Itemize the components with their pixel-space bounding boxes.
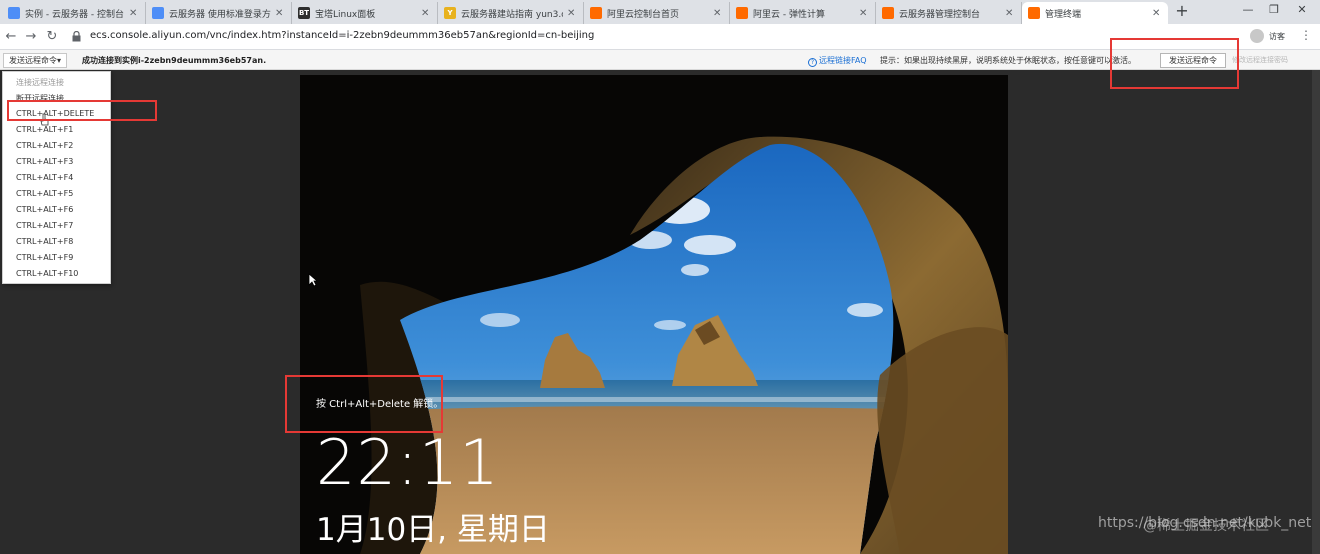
address-bar[interactable]: ecs.console.aliyun.com/vnc/index.htm?ins… [90, 30, 594, 41]
watermark-overlay: @稀土掘金技术社区 [1143, 518, 1269, 534]
menu-item-ctrl-alt-f2[interactable]: CTRL+ALT+F2 [16, 141, 73, 150]
maximize-button[interactable]: ❐ [1264, 3, 1284, 19]
aliyun-orange-icon [1028, 7, 1040, 19]
tab-bt-panel[interactable]: BT 宝塔Linux面板 ✕ [292, 2, 438, 24]
faq-label: 远程链接FAQ [819, 56, 867, 65]
screen: 实例 - 云服务器 - 控制台 ✕ 云服务器 使用标准登录方式 ✕ BT 宝塔L… [0, 0, 1320, 554]
tab-yun3[interactable]: Y 云服务器建站指南 yun3.cc ✕ [438, 2, 584, 24]
reload-icon[interactable]: ↻ [45, 29, 59, 45]
tab-elastic-compute[interactable]: 阿里云 - 弹性计算 ✕ [730, 2, 876, 24]
aliyun-icon [8, 7, 20, 19]
close-icon[interactable]: ✕ [275, 8, 285, 19]
menu-item-ctrl-alt-f6[interactable]: CTRL+ALT+F6 [16, 205, 73, 214]
avatar[interactable] [1250, 29, 1264, 43]
close-icon[interactable]: ✕ [129, 8, 139, 19]
faq-link[interactable]: ? 远程链接FAQ [808, 55, 867, 67]
tab-ecs-console[interactable]: 云服务器管理控制台 ✕ [876, 2, 1022, 24]
tab-standard-login[interactable]: 云服务器 使用标准登录方式 ✕ [146, 2, 292, 24]
close-icon[interactable]: ✕ [1005, 8, 1015, 19]
close-icon[interactable]: ✕ [567, 8, 577, 19]
lockscreen-time: 22:11 [316, 426, 500, 499]
back-icon[interactable]: ← [4, 29, 18, 45]
forward-icon[interactable]: → [24, 29, 38, 45]
close-window-button[interactable]: ✕ [1292, 3, 1312, 19]
tab-aliyun-console[interactable]: 阿里云控制台首页 ✕ [584, 2, 730, 24]
menu-item-ctrl-alt-f5[interactable]: CTRL+ALT+F5 [16, 189, 73, 198]
tab-title: 管理终端 [1045, 9, 1082, 20]
tab-title: 云服务器 使用标准登录方式 [169, 9, 271, 20]
profile-label[interactable]: 访客 [1269, 31, 1285, 42]
aliyun-orange-icon [590, 7, 602, 19]
menu-item-ctrl-alt-f1[interactable]: CTRL+ALT+F1 [16, 125, 73, 134]
tab-instances[interactable]: 实例 - 云服务器 - 控制台 ✕ [2, 2, 146, 24]
highlight-box [285, 375, 443, 433]
aliyun-icon [152, 7, 164, 19]
lock-icon[interactable] [72, 31, 81, 42]
tab-management-terminal[interactable]: 管理终端 ✕ [1022, 2, 1168, 24]
tab-strip: 实例 - 云服务器 - 控制台 ✕ 云服务器 使用标准登录方式 ✕ BT 宝塔L… [0, 0, 1320, 24]
aliyun-orange-icon [882, 7, 894, 19]
aliyun-orange-icon [736, 7, 748, 19]
tab-title: 实例 - 云服务器 - 控制台 [25, 9, 124, 20]
send-remote-command-button[interactable]: 发送远程命令▾ [3, 53, 68, 68]
menu-icon[interactable]: ⋮ [1300, 28, 1312, 42]
tab-title: 宝塔Linux面板 [315, 9, 376, 20]
menu-item-ctrl-alt-f10[interactable]: CTRL+ALT+F10 [16, 269, 78, 278]
close-icon[interactable]: ✕ [859, 8, 869, 19]
highlight-box [7, 100, 157, 121]
y-icon: Y [444, 7, 456, 19]
menu-item-ctrl-alt-f8[interactable]: CTRL+ALT+F8 [16, 237, 73, 246]
scrollbar[interactable] [1312, 70, 1320, 554]
highlight-box [1110, 38, 1239, 89]
tip-text: 提示：如果出现持续黑屏，说明系统处于休眠状态，按任意键可以激活。 [880, 56, 1136, 65]
close-icon[interactable]: ✕ [713, 8, 723, 19]
help-icon: ? [808, 58, 817, 67]
mouse-cursor-icon [308, 273, 318, 287]
bt-icon: BT [298, 7, 310, 19]
lockscreen-date: 1月10日, 星期日 [316, 512, 550, 548]
close-icon[interactable]: ✕ [421, 8, 431, 19]
tab-title: 阿里云 - 弹性计算 [753, 9, 825, 20]
menu-item-ctrl-alt-f9[interactable]: CTRL+ALT+F9 [16, 253, 73, 262]
new-tab-button[interactable]: + [1173, 3, 1191, 21]
tab-title: 云服务器建站指南 yun3.cc [461, 9, 563, 20]
minimize-button[interactable]: — [1238, 3, 1258, 19]
menu-item-ctrl-alt-f4[interactable]: CTRL+ALT+F4 [16, 173, 73, 182]
close-icon[interactable]: ✕ [1152, 8, 1162, 19]
menu-header: 连接远程连接 [16, 78, 64, 87]
tab-title: 阿里云控制台首页 [607, 9, 680, 20]
menu-item-ctrl-alt-f7[interactable]: CTRL+ALT+F7 [16, 221, 73, 230]
connection-status: 成功连接到实例i-2zebn9deummm36eb57an. [82, 56, 267, 65]
menu-item-ctrl-alt-f3[interactable]: CTRL+ALT+F3 [16, 157, 73, 166]
change-password-link[interactable]: 修改远程连接密码 [1232, 55, 1288, 65]
tab-title: 云服务器管理控制台 [899, 9, 981, 20]
